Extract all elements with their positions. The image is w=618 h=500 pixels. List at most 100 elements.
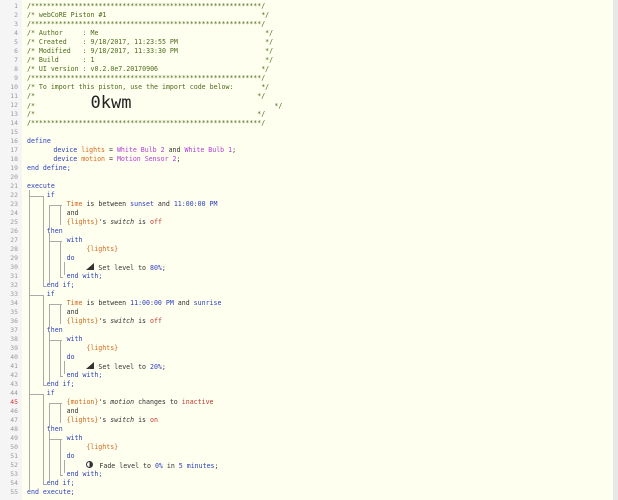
code-line[interactable]: /***************************************… — [27, 119, 265, 128]
condition-value: on — [150, 416, 158, 424]
code-line[interactable]: end with; — [67, 470, 103, 479]
comment-prefix: /* — [27, 102, 91, 110]
possessive: 's — [98, 398, 111, 406]
code-line[interactable]: if — [47, 290, 55, 299]
code-line[interactable]: with — [67, 236, 83, 245]
code-line[interactable]: /***************************************… — [27, 20, 265, 29]
code-view: /***************************************… — [0, 0, 618, 500]
line-number: 10 — [10, 83, 18, 91]
code-line[interactable]: do — [67, 353, 75, 362]
with-device: {lights} — [86, 443, 119, 451]
code-line[interactable]: and — [67, 209, 79, 218]
code-line[interactable]: device motion = Motion Sensor 2; — [53, 155, 180, 164]
line-number: 9 — [14, 74, 18, 82]
line-number: 6 — [14, 47, 18, 55]
code-line[interactable]: if — [47, 389, 55, 398]
code-line[interactable]: {lights}'s switch is on — [67, 416, 158, 425]
condition-operator: is — [134, 218, 150, 226]
code-line[interactable]: /* Created : 9/18/2017, 11:23:55 PM */ — [27, 38, 273, 47]
condition-attribute: Time — [66, 299, 83, 307]
scrollbar-track[interactable] — [613, 0, 618, 500]
code-line[interactable]: {lights} — [86, 344, 118, 353]
code-line[interactable]: end execute; — [27, 488, 75, 497]
action-value: 80% — [149, 264, 162, 272]
code-line[interactable]: end if; — [47, 479, 75, 488]
end-define-keyword: end define; — [27, 164, 71, 172]
line-number: 18 — [10, 155, 18, 163]
code-line[interactable]: end if; — [47, 380, 75, 389]
do-keyword: do — [66, 452, 75, 460]
code-line[interactable]: /* UI version : v0.2.0e7.20170906 */ — [27, 65, 269, 74]
code-line[interactable]: end with; — [67, 371, 103, 380]
code-line[interactable]: /* Author : Me */ — [27, 29, 273, 38]
semicolon: ; — [214, 462, 219, 470]
device-variable: motion — [81, 155, 106, 163]
line-number: 3 — [14, 20, 18, 28]
line-number: 20 — [10, 173, 18, 181]
code-line[interactable]: with — [67, 434, 83, 443]
code-line[interactable]: and — [67, 308, 79, 317]
code-line[interactable]: /* Modified : 9/18/2017, 11:33:30 PM */ — [27, 47, 273, 56]
code-line[interactable]: /* Build : 1 */ — [27, 56, 273, 65]
code-line[interactable]: {lights}'s switch is off — [67, 317, 162, 326]
code-line[interactable]: /***************************************… — [27, 74, 265, 83]
code-line[interactable]: end if; — [47, 281, 75, 290]
code-line[interactable]: do — [67, 254, 75, 263]
code-line[interactable]: if — [47, 191, 55, 200]
with-keyword: with — [66, 434, 83, 442]
do-keyword: do — [66, 254, 75, 262]
with-device: {lights} — [86, 245, 119, 253]
code-line[interactable]: end with; — [67, 272, 103, 281]
code-line[interactable]: Time is between 11:00:00 PM and sunrise — [67, 299, 222, 308]
code-line[interactable]: execute — [27, 182, 55, 191]
and-keyword: and — [66, 308, 79, 316]
line-number: 19 — [10, 164, 18, 172]
line-number: 49 — [10, 434, 18, 442]
block-guide — [60, 204, 61, 225]
line-number: 39 — [10, 344, 18, 352]
code-line[interactable]: define — [27, 137, 51, 146]
action-value: 5 minutes — [178, 462, 215, 470]
line-number: 5 — [14, 38, 18, 46]
block-guide — [60, 375, 63, 377]
semicolon: ; — [161, 264, 166, 272]
action-text: Set level to — [98, 264, 150, 272]
block-guide — [29, 393, 43, 395]
line-number: 23 — [10, 200, 18, 208]
code-line[interactable]: {lights}'s switch is off — [67, 218, 162, 227]
and-keyword: and — [153, 200, 174, 208]
code-line[interactable]: /* To import this piston, use the import… — [27, 83, 269, 92]
if-keyword: if — [46, 191, 55, 199]
code-line[interactable]: device lights = White Bulb 2 and White B… — [53, 146, 236, 155]
code-line[interactable]: and — [67, 407, 79, 416]
code-line[interactable]: /* webCoRE Piston #1 */ — [27, 11, 269, 20]
code-line[interactable]: end define; — [27, 164, 71, 173]
line-number: 47 — [10, 416, 18, 424]
code-line[interactable]: do — [67, 452, 75, 461]
code-line[interactable]: with — [67, 335, 83, 344]
code-line[interactable]: {motion}'s motion changes to inactive — [67, 398, 214, 407]
block-guide — [49, 429, 50, 482]
action-text: Set level to — [98, 363, 150, 371]
condition-value: sunset — [130, 200, 154, 208]
code-line[interactable]: {lights} — [86, 443, 118, 452]
code-line[interactable]: Time is between sunset and 11:00:00 PM — [67, 200, 218, 209]
condition-attribute: switch — [110, 317, 135, 325]
line-number: 45 — [10, 398, 18, 406]
action-line[interactable]: Fade level to 0% in 5 minutes; — [86, 461, 219, 471]
block-guide — [43, 483, 47, 485]
line-number: 8 — [14, 65, 18, 73]
comment-suffix: */ — [131, 102, 283, 110]
action-value: 0% — [154, 462, 163, 470]
code-line[interactable]: {lights} — [86, 245, 118, 254]
line-number: 7 — [14, 56, 18, 64]
block-guide — [49, 303, 50, 329]
line-number: 17 — [10, 146, 18, 154]
block-guide — [43, 384, 47, 386]
comment-border: /***************************************… — [27, 119, 266, 127]
code-line[interactable]: /***************************************… — [27, 2, 265, 11]
block-guide — [43, 285, 47, 287]
block-guide — [43, 393, 44, 484]
device-name: White Bulb 2 — [116, 146, 165, 154]
code-line[interactable]: /* */ — [27, 110, 265, 119]
